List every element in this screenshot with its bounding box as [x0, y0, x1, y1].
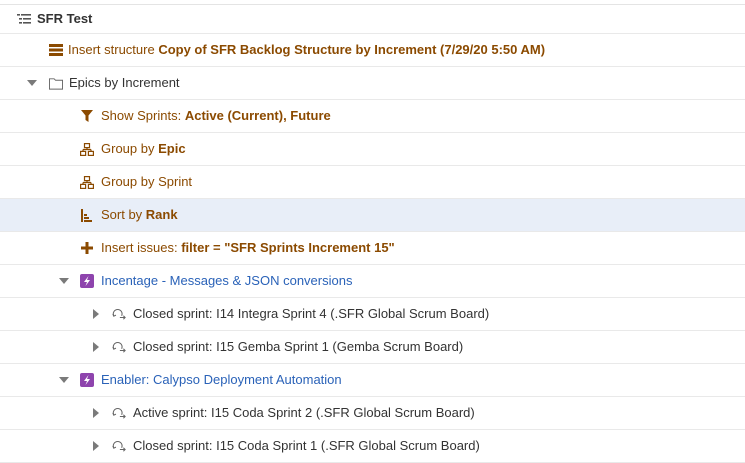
chevron-down-icon[interactable]: [26, 77, 38, 89]
row-label: Sort by Rank: [101, 207, 178, 223]
sort-icon: [80, 208, 94, 222]
row-label: Insert structure Copy of SFR Backlog Str…: [68, 42, 545, 58]
plus-icon: [80, 241, 94, 255]
row-label-text: Group by: [101, 141, 159, 156]
group-icon: [80, 175, 94, 189]
row-label-value: Rank: [145, 207, 178, 222]
tree-row-sprint[interactable]: Active sprint: I15 Coda Sprint 2 (.SFR G…: [0, 397, 745, 430]
tree-row-group-by-sprint[interactable]: Group by Sprint: [0, 166, 745, 199]
chevron-right-icon[interactable]: [90, 308, 102, 320]
sprint-icon: [112, 340, 126, 354]
row-label-value: Epic: [158, 141, 186, 156]
epic-icon: [80, 274, 94, 288]
row-label-text: Sort by: [101, 207, 146, 222]
tree-row-insert-issues[interactable]: Insert issues: filter = "SFR Sprints Inc…: [0, 232, 745, 265]
structure-title: SFR Test: [37, 11, 93, 26]
row-label: Epics by Increment: [69, 75, 180, 90]
row-label: Closed sprint: I15 Coda Sprint 1 (.SFR G…: [133, 438, 480, 453]
tree-row-epic[interactable]: Enabler: Calypso Deployment Automation: [0, 364, 745, 397]
tree-row-sort-by-rank[interactable]: Sort by Rank: [0, 199, 745, 232]
chevron-right-icon[interactable]: [90, 341, 102, 353]
row-label: Insert issues: filter = "SFR Sprints Inc…: [101, 240, 395, 256]
tree-row-sprint[interactable]: Closed sprint: I15 Gemba Sprint 1 (Gemba…: [0, 331, 745, 364]
epic-icon: [80, 373, 94, 387]
row-label-text: Show Sprints:: [101, 108, 185, 123]
chevron-right-icon[interactable]: [90, 407, 102, 419]
sprint-icon: [112, 439, 126, 453]
row-label: Closed sprint: I14 Integra Sprint 4 (.SF…: [133, 306, 490, 321]
row-label-text: Insert structure: [68, 42, 159, 57]
sprint-icon: [112, 406, 126, 420]
chevron-down-icon[interactable]: [58, 275, 70, 287]
tree-row-sprint[interactable]: Closed sprint: I14 Integra Sprint 4 (.SF…: [0, 298, 745, 331]
row-label-text: Insert issues:: [101, 240, 182, 255]
row-label: Active sprint: I15 Coda Sprint 2 (.SFR G…: [133, 405, 475, 420]
row-label-value: Copy of SFR Backlog Structure by Increme…: [158, 42, 546, 57]
row-label: Group by Sprint: [101, 174, 193, 189]
tree-row-show-sprints[interactable]: Show Sprints: Active (Current), Future: [0, 100, 745, 133]
row-label[interactable]: Enabler: Calypso Deployment Automation: [101, 372, 342, 388]
tree-root-row[interactable]: SFR Test: [0, 5, 745, 34]
tree-row-epic[interactable]: Incentage - Messages & JSON conversions: [0, 265, 745, 298]
row-label[interactable]: Incentage - Messages & JSON conversions: [101, 273, 352, 289]
structure-icon: [17, 12, 31, 26]
tree-row-epics-by-increment[interactable]: Epics by Increment: [0, 67, 745, 100]
row-label-value: filter = "SFR Sprints Increment 15": [181, 240, 395, 255]
row-label: Closed sprint: I15 Gemba Sprint 1 (Gemba…: [133, 339, 464, 354]
chevron-right-icon[interactable]: [90, 440, 102, 452]
tree-row-group-by-epic[interactable]: Group by Epic: [0, 133, 745, 166]
insert-structure-icon: [49, 43, 63, 57]
chevron-down-icon[interactable]: [58, 374, 70, 386]
folder-icon: [49, 76, 63, 90]
sprint-icon: [112, 307, 126, 321]
tree-row-sprint[interactable]: Closed sprint: I15 Coda Sprint 1 (.SFR G…: [0, 430, 745, 463]
row-label-value: Active (Current), Future: [184, 108, 331, 123]
filter-icon: [80, 109, 94, 123]
tree-row-insert-structure[interactable]: Insert structure Copy of SFR Backlog Str…: [0, 34, 745, 67]
group-icon: [80, 142, 94, 156]
row-label: Show Sprints: Active (Current), Future: [101, 108, 331, 124]
row-label: Group by Epic: [101, 141, 186, 157]
